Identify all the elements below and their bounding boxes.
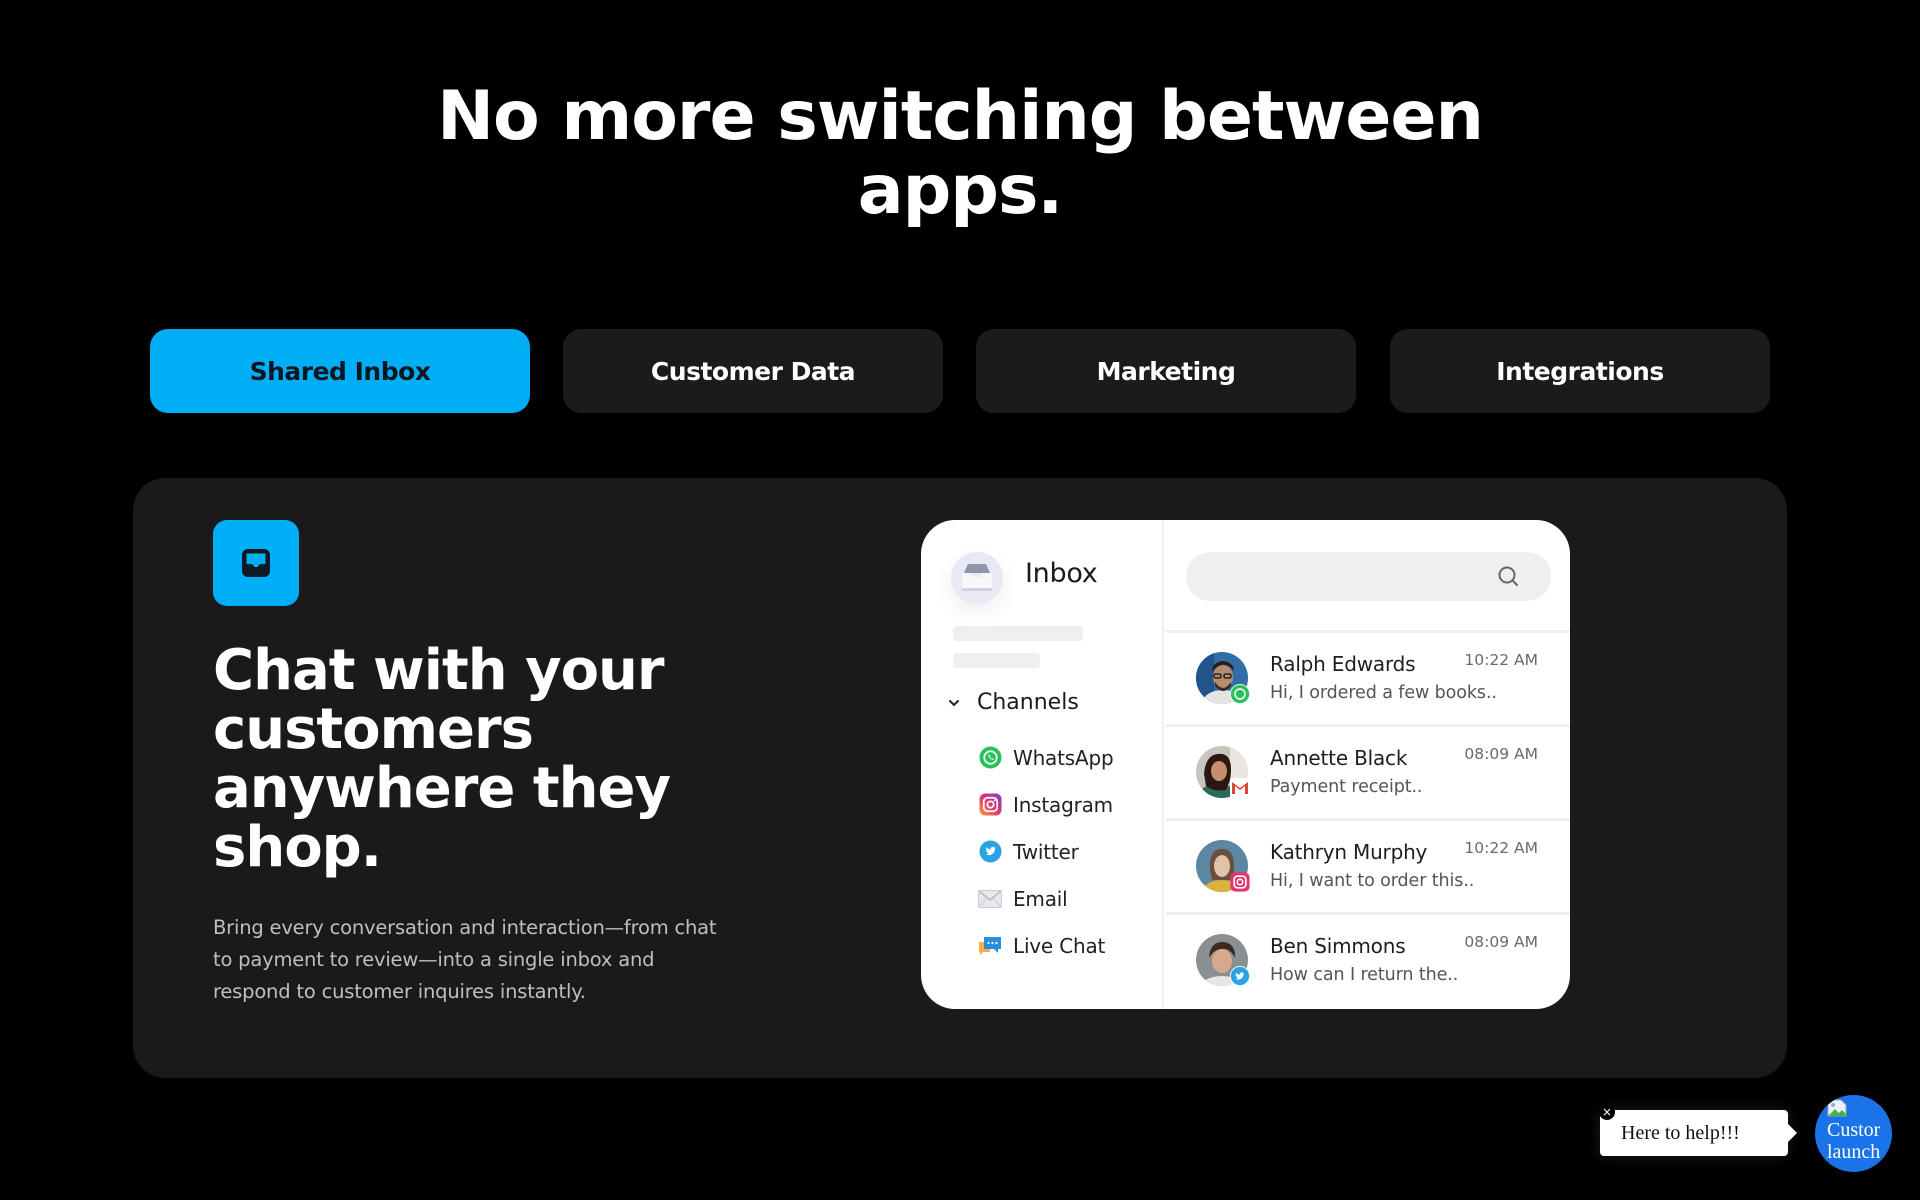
contact-name: Ben Simmons <box>1270 934 1406 958</box>
message-preview: Hi, I ordered a few books.. <box>1270 683 1497 703</box>
message-preview: How can I return the.. <box>1270 965 1459 985</box>
whatsapp-badge-icon <box>1230 684 1250 704</box>
help-bubble[interactable]: Here to help!!! <box>1600 1110 1797 1156</box>
channel-list: WhatsApp Instagram Twitter Email Live Ch… <box>978 734 1114 969</box>
channel-label: Email <box>1013 886 1068 911</box>
message-preview: Payment receipt.. <box>1270 777 1423 797</box>
feature-heading-line: shop. <box>213 815 382 880</box>
channel-twitter[interactable]: Twitter <box>978 828 1113 875</box>
feature-heading-line: anywhere they <box>213 756 671 821</box>
tab-integrations[interactable]: Integrations <box>1390 329 1770 413</box>
channels-toggle[interactable]: Channels <box>947 690 1079 715</box>
feature-heading: Chat with your customers anywhere they s… <box>213 641 733 877</box>
launcher-alt-text: launch <box>1827 1141 1881 1163</box>
help-bubble-text: Here to help!!! <box>1621 1121 1740 1144</box>
inbox-tray-avatar-icon <box>951 552 1003 604</box>
channel-label: WhatsApp <box>1013 745 1114 770</box>
tab-customer-data[interactable]: Customer Data <box>563 329 943 413</box>
channel-live-chat[interactable]: Live Chat <box>978 922 1113 969</box>
twitter-icon <box>978 840 1002 864</box>
inbox-title: Inbox <box>1025 558 1098 589</box>
feature-tabs: Shared Inbox Customer Data Marketing Int… <box>150 329 1770 413</box>
feature-description-line: Bring every conversation and interaction… <box>213 916 717 939</box>
twitter-badge-icon <box>1230 966 1250 986</box>
close-icon[interactable]: × <box>1599 1104 1615 1120</box>
tab-marketing[interactable]: Marketing <box>976 329 1356 413</box>
whatsapp-icon <box>978 746 1002 770</box>
channel-label: Instagram <box>1013 792 1113 817</box>
launcher-alt-text: Custor <box>1827 1119 1881 1141</box>
gmail-badge-icon <box>1230 778 1250 798</box>
feature-heading-line: customers <box>213 697 534 762</box>
feature-description-line: to payment to review—into a single inbox… <box>213 948 655 971</box>
page-title-line: No more switching between <box>437 77 1484 156</box>
message-time: 08:09 AM <box>1464 933 1538 951</box>
chevron-down-icon <box>949 699 959 706</box>
page-title-line: apps. <box>857 151 1064 230</box>
feature-description: Bring every conversation and interaction… <box>213 912 753 1008</box>
channel-email[interactable]: Email <box>978 875 1113 922</box>
conversation-list: Ralph Edwards 10:22 AM Hi, I ordered a f… <box>1166 630 1570 1006</box>
skeleton-line <box>953 626 1083 641</box>
conversation-row[interactable]: Ralph Edwards 10:22 AM Hi, I ordered a f… <box>1166 630 1570 724</box>
conversation-row[interactable]: Annette Black 08:09 AM Payment receipt.. <box>1166 724 1570 818</box>
inbox-mockup: Inbox Channels WhatsApp Instagram Twitte… <box>921 520 1570 1009</box>
contact-name: Annette Black <box>1270 746 1408 770</box>
conversation-row[interactable]: Ben Simmons 08:09 AM How can I return th… <box>1166 912 1570 1006</box>
feature-icon-box <box>213 520 299 606</box>
inbox-tray-icon <box>242 549 270 577</box>
search-icon[interactable] <box>1496 564 1522 590</box>
inbox-sidebar: Inbox Channels WhatsApp Instagram Twitte… <box>921 520 1164 1009</box>
feature-heading-line: Chat with your <box>213 638 665 703</box>
channel-label: Twitter <box>1013 839 1079 864</box>
channel-whatsapp[interactable]: WhatsApp <box>978 734 1114 781</box>
contact-name: Ralph Edwards <box>1270 652 1416 676</box>
instagram-icon <box>978 793 1002 817</box>
feature-card: Chat with your customers anywhere they s… <box>133 478 1787 1078</box>
feature-description-line: respond to customer inquires instantly. <box>213 980 586 1003</box>
instagram-badge-icon <box>1230 872 1250 892</box>
live-chat-icon <box>978 934 1002 958</box>
tab-shared-inbox[interactable]: Shared Inbox <box>150 329 530 413</box>
message-time: 10:22 AM <box>1464 839 1538 857</box>
message-preview: Hi, I want to order this.. <box>1270 871 1475 891</box>
chat-launcher-button[interactable]: Custor launch <box>1815 1095 1892 1172</box>
email-icon <box>978 887 1002 911</box>
message-time: 08:09 AM <box>1464 745 1538 763</box>
channels-label: Channels <box>977 690 1079 715</box>
conversation-row[interactable]: Kathryn Murphy 10:22 AM Hi, I want to or… <box>1166 818 1570 912</box>
contact-name: Kathryn Murphy <box>1270 840 1428 864</box>
message-time: 10:22 AM <box>1464 651 1538 669</box>
channel-instagram[interactable]: Instagram <box>978 781 1113 828</box>
broken-image-icon <box>1827 1099 1847 1117</box>
channel-label: Live Chat <box>1013 933 1106 958</box>
page-title: No more switching between apps. <box>0 80 1920 228</box>
skeleton-line <box>953 653 1040 668</box>
conversation-panel: Ralph Edwards 10:22 AM Hi, I ordered a f… <box>1166 520 1570 1009</box>
